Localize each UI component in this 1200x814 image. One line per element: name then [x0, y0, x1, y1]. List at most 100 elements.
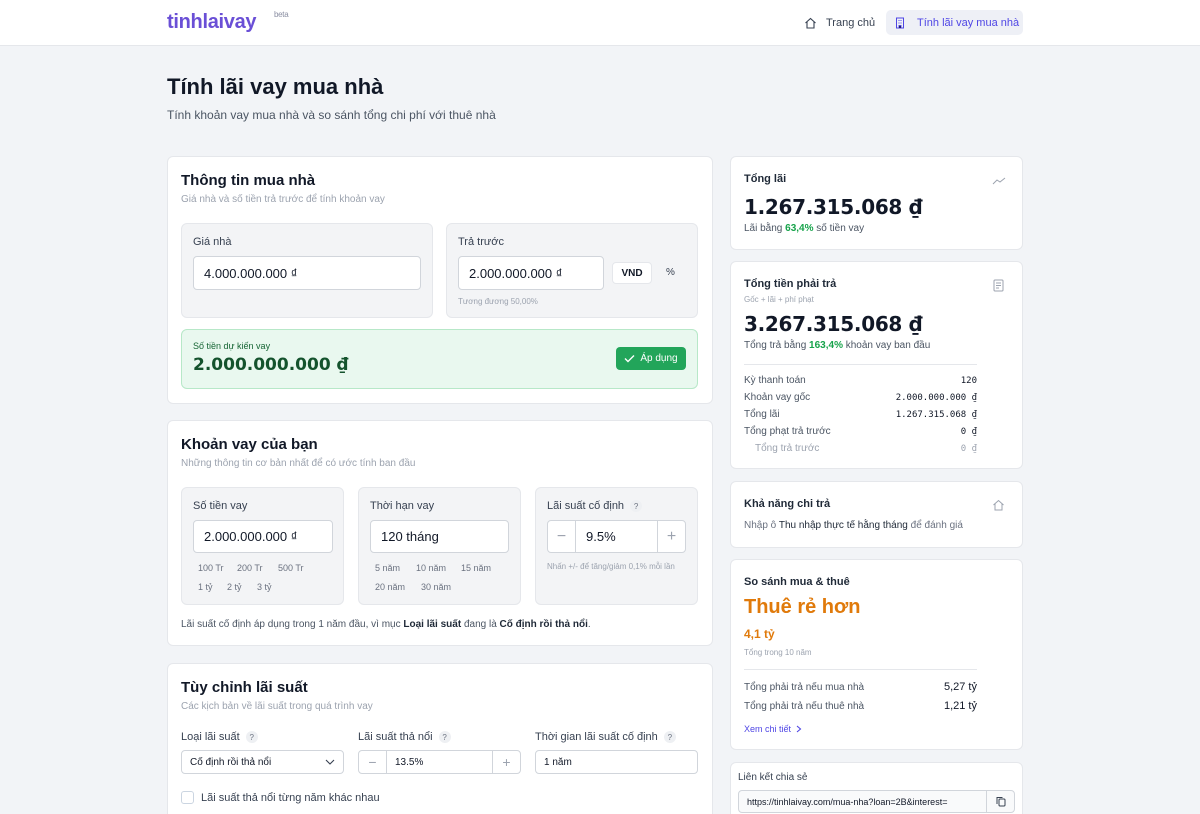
down-payment-label: Trả trước — [458, 236, 504, 248]
amount-chip-3ty[interactable]: 3 tỷ — [252, 581, 277, 593]
loan-amount-input[interactable]: 2.000.000.000 ₫ — [193, 520, 333, 553]
receipt-icon — [993, 279, 1004, 292]
increment-button[interactable]: + — [492, 751, 520, 773]
buy-total-label: Tổng phải trả nếu mua nhà — [744, 682, 865, 693]
varying-float-label: Lãi suất thả nổi từng năm khác nhau — [201, 792, 380, 804]
nav-active-label: Tính lãi vay mua nhà — [917, 16, 1020, 29]
breakdown-value: 0 ₫ — [960, 444, 977, 454]
details-link[interactable]: Xem chi tiết — [744, 724, 802, 734]
fixed-time-input[interactable]: 1 năm — [535, 750, 698, 774]
term-chip-20[interactable]: 20 năm — [370, 581, 411, 593]
compare-period: Tổng trong 10 năm — [744, 648, 812, 657]
nav-home-link[interactable]: Trang chủ — [804, 10, 875, 35]
total-payment-label: Tổng tiền phải trả — [744, 278, 837, 290]
divider — [744, 364, 977, 365]
rate-type-value: Cố định rồi thả nổi — [190, 756, 272, 768]
page-subtitle: Tính khoản vay mua nhà và so sánh tổng c… — [167, 108, 496, 122]
term-chip-10[interactable]: 10 năm — [411, 562, 452, 574]
compare-headline: Thuê rẻ hơn — [744, 596, 861, 618]
increment-button[interactable]: + — [657, 521, 685, 552]
loan-term-input[interactable]: 120 tháng — [370, 520, 509, 553]
fixed-time-label: Thời gian lãi suất cố định? — [535, 731, 676, 744]
float-rate-value[interactable]: 13.5% — [387, 757, 492, 768]
amount-chip-100tr[interactable]: 100 Tr — [193, 562, 229, 574]
rate-type-select[interactable]: Cố định rồi thả nổi — [181, 750, 344, 774]
loan-amount-label: Số tiền vay — [193, 500, 248, 512]
term-chip-5[interactable]: 5 năm — [370, 562, 406, 574]
building-icon — [896, 17, 904, 28]
float-rate-label: Lãi suất thả nổi? — [358, 731, 451, 744]
loan-note: Lãi suất cố định áp dụng trong 1 năm đầu… — [181, 619, 591, 630]
fixed-rate-value[interactable]: 9.5% — [576, 529, 657, 544]
affordability-label: Khả năng chi trả — [744, 498, 831, 510]
breakdown-value: 120 — [960, 376, 977, 386]
rent-total-value: 1,21 tỷ — [943, 700, 977, 712]
help-icon[interactable]: ? — [245, 731, 258, 744]
house-icon — [993, 499, 1004, 511]
help-icon[interactable]: ? — [630, 500, 643, 513]
amount-chip-2ty[interactable]: 2 tỷ — [222, 581, 247, 593]
fixed-rate-hint: Nhấn +/- để tăng/giảm 0,1% mỗi lần — [547, 562, 675, 571]
breakdown-label: Khoản vay gốc — [744, 392, 811, 403]
total-payment-sub: Gốc + lãi + phí phạt — [744, 295, 814, 304]
decrement-button[interactable]: − — [548, 521, 576, 552]
decrement-button[interactable]: − — [359, 751, 387, 773]
custom-rate-subtitle: Các kịch bản về lãi suất trong quá trình… — [181, 701, 373, 712]
term-chip-15[interactable]: 15 năm — [456, 562, 497, 574]
total-payment-value: 3.267.315.068 ₫ — [744, 312, 923, 336]
varying-float-checkbox[interactable] — [181, 791, 194, 804]
breakdown-label: Tổng phạt trả trước — [744, 426, 831, 437]
loan-term-label: Thời hạn vay — [370, 500, 435, 512]
top-navbar: tinhlaivay beta Trang chủ Tính lãi vay m… — [0, 0, 1200, 46]
term-chip-30[interactable]: 30 năm — [416, 581, 457, 593]
loan-title: Khoản vay của bạn — [181, 436, 318, 453]
affordability-card — [730, 481, 1023, 548]
compare-label: So sánh mua & thuê — [744, 576, 850, 588]
total-interest-note: Lãi bằng 63,4% số tiền vay — [744, 223, 865, 234]
amount-chip-200tr[interactable]: 200 Tr — [232, 562, 268, 574]
breakdown-value: 0 ₫ — [960, 427, 977, 437]
float-rate-stepper: − 13.5% + — [358, 750, 521, 774]
breakdown-value: 2.000.000.000 ₫ — [895, 393, 977, 403]
fixed-rate-stepper: − 9.5% + — [547, 520, 686, 553]
total-payment-note: Tổng trả bằng 163,4% khoản vay ban đầu — [744, 340, 931, 351]
help-icon[interactable]: ? — [663, 731, 676, 744]
apply-button[interactable]: Áp dụng — [616, 347, 686, 370]
page-title: Tính lãi vay mua nhà — [167, 74, 384, 99]
amount-chip-1ty[interactable]: 1 tỷ — [193, 581, 218, 593]
house-price-label: Giá nhà — [193, 236, 232, 248]
total-payment-card — [730, 261, 1023, 469]
apply-label: Áp dụng — [640, 353, 678, 364]
house-info-subtitle: Giá nhà và số tiền trả trước để tính kho… — [181, 194, 385, 205]
house-price-input[interactable]: 4.000.000.000 ₫ — [193, 256, 421, 290]
copy-icon — [996, 797, 1005, 807]
help-icon[interactable]: ? — [438, 731, 451, 744]
home-icon — [805, 17, 816, 29]
trend-icon — [992, 177, 1006, 185]
affordability-note: Nhập ô Thu nhập thực tế hằng tháng để đá… — [744, 520, 963, 531]
chevron-down-icon — [325, 759, 335, 765]
down-payment-hint: Tương đương 50,00% — [458, 297, 538, 306]
rent-total-label: Tổng phải trả nếu thuê nhà — [744, 701, 865, 712]
fixed-rate-label: Lãi suất cố định? — [547, 500, 643, 513]
total-interest-label: Tổng lãi — [744, 173, 787, 185]
share-url-input[interactable]: https://tinhlaivay.com/mua-nha?loan=2B&i… — [738, 790, 1015, 813]
share-url-value: https://tinhlaivay.com/mua-nha?loan=2B&i… — [747, 796, 948, 807]
down-payment-input[interactable]: 2.000.000.000 ₫ — [458, 256, 604, 290]
beta-badge: beta — [274, 10, 289, 19]
total-interest-value: 1.267.315.068 ₫ — [744, 195, 923, 219]
copy-button[interactable] — [986, 791, 1014, 812]
breakdown-label: Tổng lãi — [744, 409, 780, 420]
details-link-label: Xem chi tiết — [744, 724, 792, 734]
breakdown-value: 1.267.315.068 ₫ — [895, 410, 977, 420]
logo-text: tinhlaivay — [167, 11, 257, 33]
nav-home-label: Trang chủ — [826, 16, 876, 29]
unit-percent-toggle[interactable]: % — [666, 267, 675, 278]
amount-chip-500tr[interactable]: 500 Tr — [273, 562, 309, 574]
unit-vnd-toggle[interactable]: VND — [612, 262, 652, 284]
estimated-loan-label: Số tiền dự kiến vay — [193, 341, 271, 351]
logo[interactable]: tinhlaivay beta — [167, 10, 289, 34]
custom-rate-title: Tùy chỉnh lãi suất — [181, 679, 308, 696]
check-icon — [624, 355, 635, 363]
nav-loan-calculator-link[interactable]: Tính lãi vay mua nhà — [886, 10, 1023, 35]
